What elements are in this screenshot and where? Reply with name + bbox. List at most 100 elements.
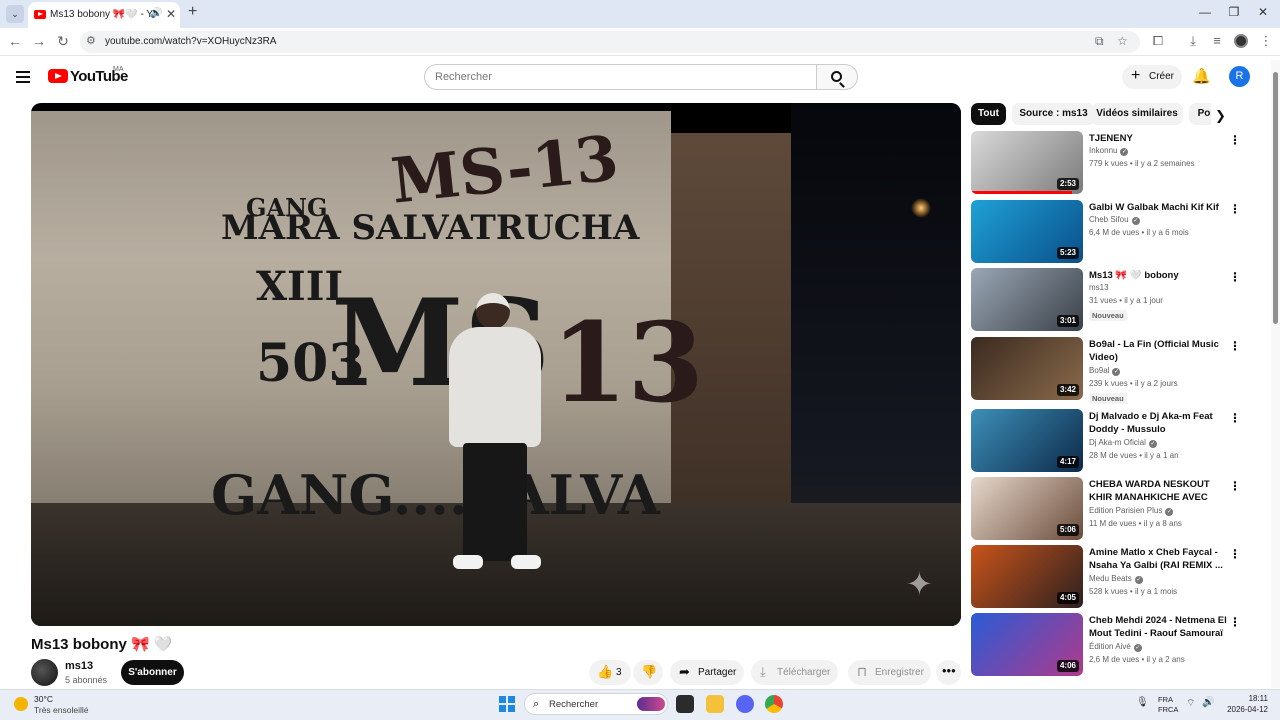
profile-avatar-icon[interactable] (1234, 34, 1248, 48)
more-vertical-icon[interactable]: ⋮ (1229, 339, 1241, 353)
video-thumbnail[interactable]: 2:53 (971, 131, 1083, 194)
recommendation-item[interactable]: 5:23 Galbi W Galbak Machi Kif Kif Cheb Sif… (971, 200, 1251, 264)
channel-name[interactable]: Medu Beats (1089, 574, 1132, 583)
reading-list-icon[interactable]: ≡ (1208, 33, 1226, 48)
tab-close-icon[interactable]: ✕ (166, 7, 176, 21)
recommendation-item[interactable]: 4:05 Amine Matlo x Cheb Faycal - Nsaha Ya… (971, 545, 1251, 609)
more-vertical-icon[interactable]: ⋮ (1229, 615, 1241, 629)
discord-icon[interactable] (736, 695, 754, 713)
microphone-icon[interactable]: 🎙 (1136, 697, 1149, 708)
subscribe-button[interactable]: S'abonner (121, 660, 184, 685)
chip-similar-videos[interactable]: Vidéos similaires (1091, 103, 1183, 125)
keyboard-layout-indicator[interactable]: FRCA (1158, 705, 1178, 714)
extensions-icon[interactable]: ⧠ (1149, 33, 1167, 49)
recommendation-title[interactable]: Amine Matlo x Cheb Faycal - Nsaha Ya Gal… (1089, 546, 1229, 572)
video-player[interactable]: MS-13 MARA SALVATRUCHA MS 13 503 XIII GA… (31, 103, 961, 626)
reload-icon[interactable]: ↻ (54, 33, 72, 50)
like-button[interactable]: 👍 3 (589, 660, 631, 685)
downloads-icon[interactable]: ⤓ (1184, 33, 1202, 49)
recommendation-item[interactable]: 3:42 Bo9al - La Fin (Official Music Video… (971, 337, 1251, 404)
recommendation-channel[interactable]: Édition Aivé ✓ (1089, 642, 1142, 652)
guide-menu-icon[interactable] (16, 69, 32, 83)
weather-description[interactable]: Très ensoleillé (34, 705, 89, 715)
volume-icon[interactable]: 🔊 (1202, 697, 1214, 708)
video-thumbnail[interactable]: 5:23 (971, 200, 1083, 263)
minimize-window-icon[interactable]: — (1195, 5, 1215, 19)
sun-icon[interactable] (14, 697, 28, 711)
recommendation-title[interactable]: Bo9al - La Fin (Official Music Video) (1089, 338, 1229, 364)
recommendation-channel[interactable]: Dj Aka-m Oficial ✓ (1089, 438, 1157, 448)
recommendation-channel[interactable]: Edition Parisien Plus ✓ (1089, 506, 1174, 516)
new-tab-icon[interactable]: + (188, 3, 197, 21)
chip-more[interactable]: Po (1189, 103, 1211, 125)
recommendation-channel[interactable]: Medu Beats ✓ (1089, 574, 1143, 584)
video-thumbnail[interactable]: 4:06 (971, 613, 1083, 676)
language-indicator[interactable]: FRA (1158, 695, 1173, 704)
site-info-icon[interactable]: ⚙ (86, 34, 96, 47)
task-view-icon[interactable] (676, 695, 694, 713)
channel-name[interactable]: Dj Aka-m Oficial (1089, 438, 1146, 447)
more-vertical-icon[interactable]: ⋮ (1229, 270, 1241, 284)
more-vertical-icon[interactable]: ⋮ (1229, 133, 1241, 147)
chip-all[interactable]: Tout (971, 103, 1006, 125)
address-bar[interactable]: ⚙ youtube.com/watch?v=XOHuycNz3RA ⧉ ☆ (80, 31, 1140, 53)
recommendation-item[interactable]: 3:01 Ms13 🎀 🤍 bobony ms13 31 vues • il y a … (971, 268, 1251, 332)
recommendation-item[interactable]: 5:06 CHEBA WARDA NESKOUT KHIR MANAHKICHE … (971, 477, 1251, 541)
channel-name[interactable]: ms13 (1089, 283, 1109, 292)
tab-search-menu-icon[interactable]: ⌄ (6, 5, 24, 23)
clock-time[interactable]: 18:11 (1224, 694, 1268, 703)
channel-name[interactable]: Cheb Sifou (1089, 215, 1129, 224)
windows-start-icon[interactable] (499, 696, 515, 712)
recommendation-channel[interactable]: Cheb Sifou ✓ (1089, 215, 1140, 225)
channel-name[interactable]: ms13 (65, 660, 93, 672)
chevron-right-icon[interactable]: ❯ (1215, 108, 1226, 124)
channel-name[interactable]: Bo9al (1089, 366, 1109, 375)
browser-menu-icon[interactable]: ⋮ (1257, 33, 1275, 49)
more-vertical-icon[interactable]: ⋮ (1229, 479, 1241, 493)
recommendation-channel[interactable]: ms13 (1089, 283, 1109, 292)
recommendation-channel[interactable]: Bo9al ✓ (1089, 366, 1121, 376)
recommendation-title[interactable]: TJENENY (1089, 132, 1229, 145)
bookmark-star-icon[interactable]: ☆ (1117, 34, 1128, 48)
recommendation-item[interactable]: 4:17 Dj Malvado e Dj Aka-m Feat Doddy - M… (971, 409, 1251, 473)
url-text[interactable]: youtube.com/watch?v=XOHuycNz3RA (105, 36, 276, 47)
page-scrollbar-thumb[interactable] (1273, 72, 1278, 324)
video-thumbnail[interactable]: 4:17 (971, 409, 1083, 472)
notifications-bell-icon[interactable]: 🔔 (1192, 67, 1211, 85)
restore-window-icon[interactable]: ❐ (1224, 5, 1244, 19)
clock-date[interactable]: 2026-04-12 (1224, 705, 1268, 714)
video-thumbnail[interactable]: 3:01 (971, 268, 1083, 331)
download-button[interactable]: ⤓ Télécharger (751, 660, 838, 685)
search-box[interactable] (424, 64, 817, 90)
file-explorer-icon[interactable] (706, 695, 724, 713)
video-thumbnail[interactable]: 4:05 (971, 545, 1083, 608)
youtube-logo-icon[interactable] (48, 69, 68, 83)
recommendation-title[interactable]: Cheb Mehdi 2024 - Netmena El Mout Tedini… (1089, 614, 1229, 640)
more-vertical-icon[interactable]: ⋮ (1229, 547, 1241, 561)
browser-tab-active[interactable]: Ms13 bobony 🎀🤍 - YouTube 🔊 ✕ (28, 2, 180, 28)
back-icon[interactable]: ← (6, 33, 24, 49)
recommendation-item[interactable]: 4:06 Cheb Mehdi 2024 - Netmena El Mout Te… (971, 613, 1251, 677)
forward-icon[interactable]: → (30, 33, 48, 49)
create-button[interactable]: + Créer (1122, 65, 1182, 89)
more-vertical-icon[interactable]: ⋮ (1229, 411, 1241, 425)
channel-avatar[interactable] (31, 659, 58, 686)
chip-source[interactable]: Source : ms13 (1012, 103, 1095, 125)
channel-name[interactable]: Édition Aivé (1089, 642, 1131, 651)
video-thumbnail[interactable]: 5:06 (971, 477, 1083, 540)
account-avatar[interactable]: R (1229, 66, 1250, 87)
search-input[interactable] (435, 69, 805, 85)
more-actions-button[interactable]: ••• (936, 660, 961, 685)
install-app-icon[interactable]: ⧉ (1095, 34, 1104, 49)
recommendation-title[interactable]: Galbi W Galbak Machi Kif Kif (1089, 201, 1229, 214)
recommendation-item[interactable]: 2:53 TJENENY Inkonnu ✓ 779 k vues • il y a 2… (971, 131, 1251, 195)
recommendation-title[interactable]: Dj Malvado e Dj Aka-m Feat Doddy - Mussu… (1089, 410, 1229, 436)
channel-name[interactable]: Inkonnu (1089, 146, 1117, 155)
video-thumbnail[interactable]: 3:42 (971, 337, 1083, 400)
dislike-button[interactable]: 👎 (633, 660, 663, 685)
more-vertical-icon[interactable]: ⋮ (1229, 202, 1241, 216)
weather-temperature[interactable]: 30°C (34, 694, 53, 704)
channel-name[interactable]: Edition Parisien Plus (1089, 506, 1162, 515)
taskbar-search[interactable]: ⌕ Rechercher (524, 693, 668, 715)
save-button[interactable]: ⊓ Enregistrer (848, 660, 931, 685)
